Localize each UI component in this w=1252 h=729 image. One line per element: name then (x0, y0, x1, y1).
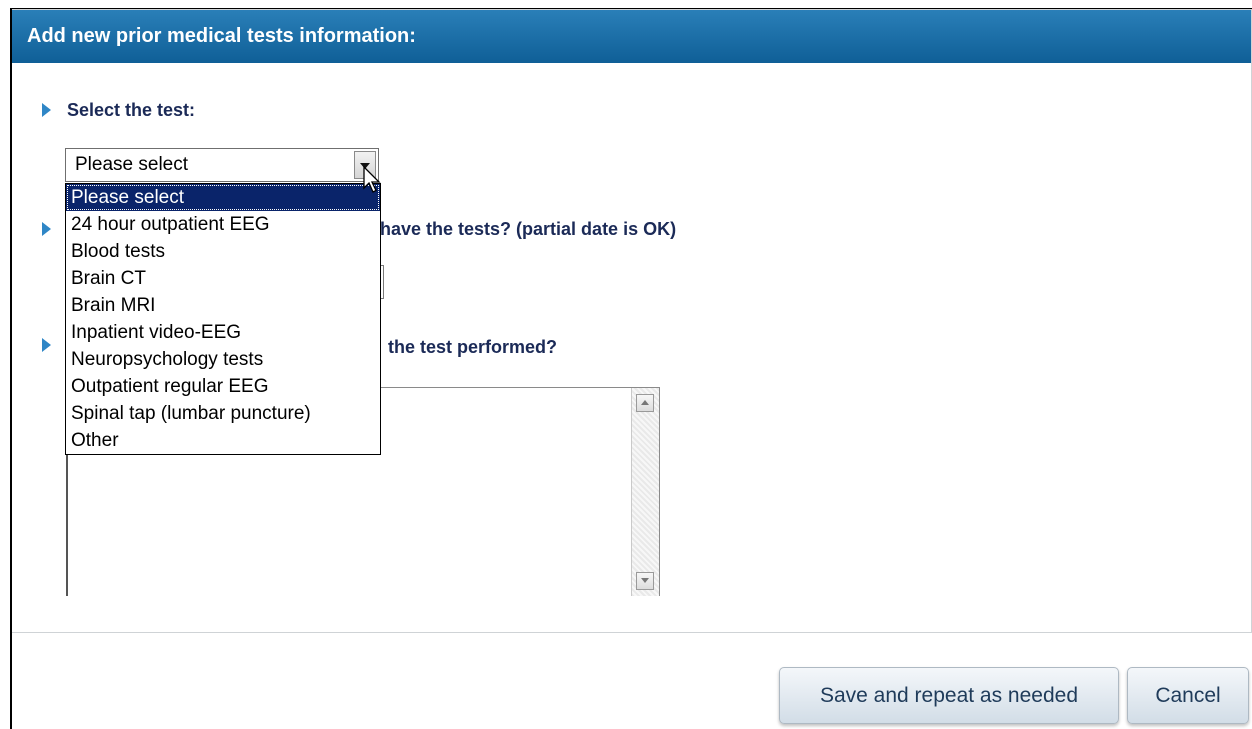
dropdown-option[interactable]: 24 hour outpatient EEG (66, 211, 380, 238)
test-select[interactable]: Please select (65, 148, 379, 182)
dropdown-option[interactable]: Other (66, 427, 380, 454)
mouse-pointer-icon (363, 166, 381, 193)
scroll-up-icon[interactable] (636, 394, 654, 412)
scroll-down-icon[interactable] (636, 572, 654, 590)
test-select-dropdown[interactable]: Please select 24 hour outpatient EEG Blo… (65, 183, 381, 455)
dropdown-option[interactable]: Spinal tap (lumbar puncture) (66, 400, 380, 427)
dropdown-option[interactable]: Please select (66, 184, 380, 211)
test-select-value: Please select (75, 154, 189, 175)
textarea-scrollbar[interactable] (631, 388, 659, 596)
cancel-button[interactable]: Cancel (1127, 667, 1249, 724)
bullet-arrow-icon (42, 338, 51, 352)
dropdown-option[interactable]: Outpatient regular EEG (66, 373, 380, 400)
dropdown-option[interactable]: Brain MRI (66, 292, 380, 319)
bullet-arrow-icon (42, 103, 51, 117)
question-test-location: the test performed? (388, 337, 558, 357)
dropdown-option[interactable]: Inpatient video-EEG (66, 319, 380, 346)
question-select-test: Select the test: (67, 100, 196, 120)
dropdown-option[interactable]: Brain CT (66, 265, 380, 292)
panel-title: Add new prior medical tests information: (12, 10, 1251, 63)
save-and-repeat-button[interactable]: Save and repeat as needed (779, 667, 1119, 724)
question-test-date: have the tests? (partial date is OK) (380, 219, 677, 239)
bullet-arrow-icon (42, 222, 51, 236)
dropdown-option[interactable]: Blood tests (66, 238, 380, 265)
dropdown-option[interactable]: Neuropsychology tests (66, 346, 380, 373)
